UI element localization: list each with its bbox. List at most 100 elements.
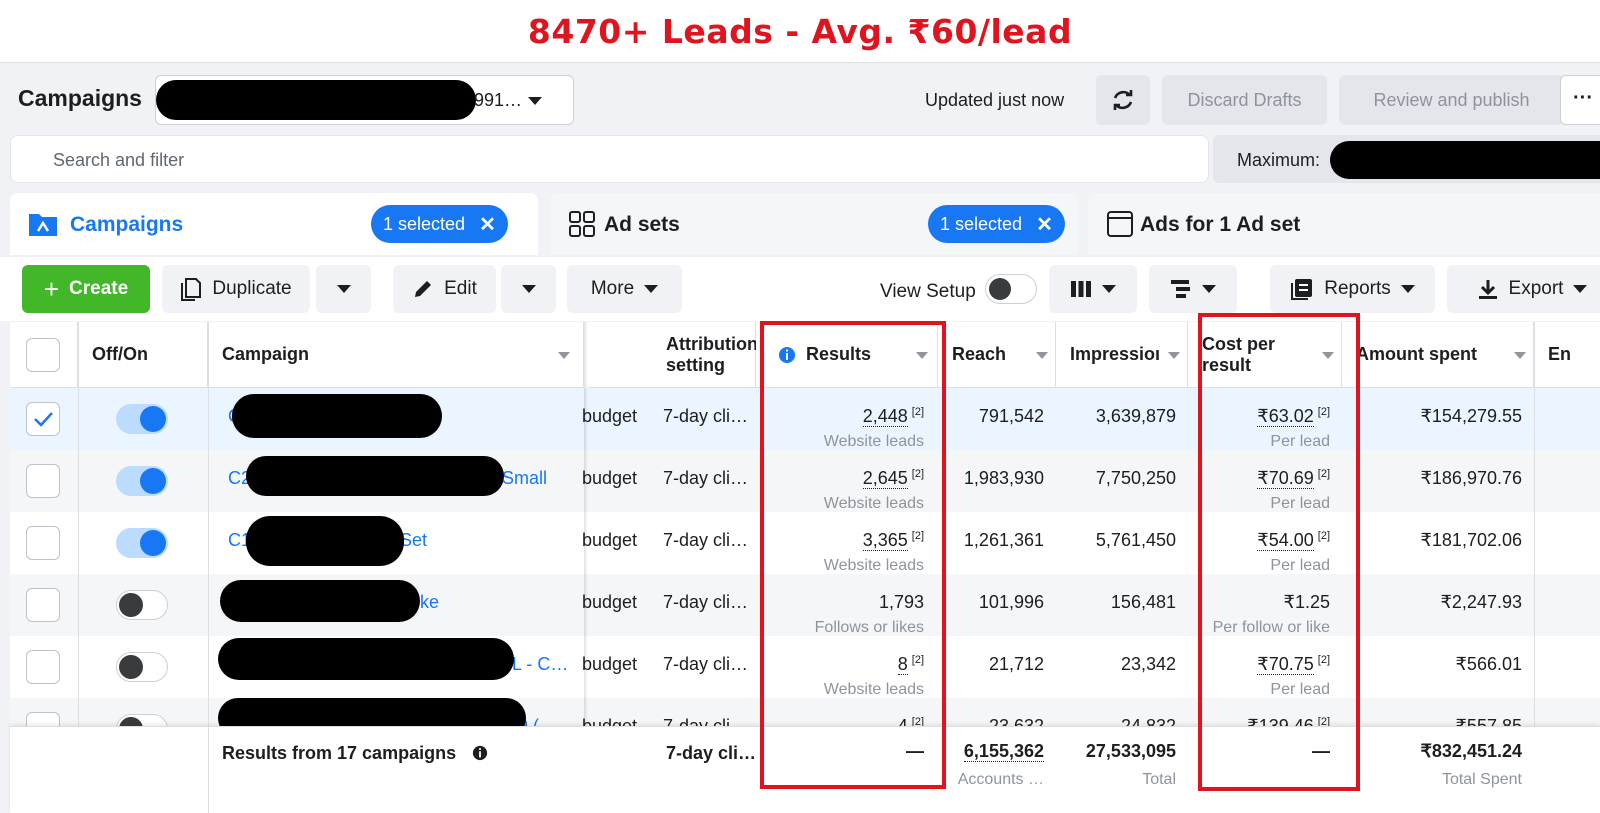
chevron-down-icon [1102,285,1116,293]
summary-impressions-sub: Total [1142,771,1176,788]
download-icon [1478,280,1497,299]
campaign-toggle[interactable] [116,528,168,558]
impressions-cell: 156,481 [1110,592,1176,612]
banner-text: 8470+ Leads - Avg. ₹60/lead [527,11,1073,51]
row-checkbox[interactable] [26,526,60,560]
row-checkbox[interactable] [26,588,60,622]
reports-button[interactable]: Reports [1270,265,1435,313]
tab-campaigns[interactable]: Campaigns 1 selected ✕ [10,193,538,255]
account-selector[interactable]: 991… [155,75,574,125]
toggle-knob [119,655,143,679]
duplicate-button[interactable]: Duplicate [162,265,310,313]
view-setup-toggle[interactable] [985,274,1037,304]
toggle-knob [140,530,166,556]
campaign-name-suffix[interactable]: Small [502,468,547,489]
chevron-down-icon [521,285,536,293]
campaign-name-suffix[interactable]: L - C… [512,654,568,675]
refresh-button[interactable] [1096,75,1150,125]
column-header-impressions[interactable]: Impressioı [1056,322,1188,388]
sort-icon [1036,352,1048,359]
column-divider [208,727,209,813]
column-label: Attribution [666,334,758,354]
column-header-ends[interactable]: En [1534,322,1600,388]
amount-spent-cell: ₹566.01 [1455,654,1522,674]
campaign-toggle[interactable] [116,466,168,496]
column-label: En [1548,344,1572,364]
folder-icon [29,214,57,236]
campaign-toggle[interactable] [116,404,168,434]
row-checkbox[interactable] [26,402,60,436]
column-divider [78,322,79,726]
duplicate-dropdown[interactable] [316,265,371,313]
summary-label: Results from 17 campaigns [222,743,457,763]
checkmark-icon [34,412,53,427]
chevron-down-icon [528,97,542,105]
edit-button[interactable]: Edit [393,265,496,313]
impressions-cell: 3,639,879 [1095,406,1176,426]
date-range-selector[interactable]: Maximum: [1213,135,1600,183]
select-all-checkbox[interactable] [26,338,60,372]
selected-badge[interactable]: 1 selected ✕ [371,205,508,243]
selected-count: 1 selected [940,213,1023,234]
updated-status: Updated just now [925,90,1065,110]
discard-drafts-button[interactable]: Discard Drafts [1162,75,1327,125]
column-header-reach[interactable]: Reach [938,322,1056,388]
column-header-amount-spent[interactable]: Amount spent [1342,322,1534,388]
impressions-cell: 7,750,250 [1095,468,1176,488]
redaction-mark [156,80,476,120]
impressions-cell: 5,761,450 [1095,530,1176,550]
column-header-campaign[interactable]: Campaign [208,322,584,388]
redaction-mark [246,456,504,496]
columns-button[interactable] [1049,265,1137,313]
chevron-down-icon [644,285,659,293]
refresh-icon [1113,90,1133,110]
toolbar: + Create Duplicate Edit More View Setup [0,257,1600,321]
more-options-button[interactable]: ··· [1560,75,1600,125]
close-icon[interactable]: ✕ [1036,212,1053,237]
campaign-toggle[interactable] [116,590,168,620]
toggle-knob [119,593,143,617]
select-all-header [10,322,78,388]
reach-cell: 791,542 [978,406,1044,426]
attribution-cell: 7-day cli… [663,530,749,550]
campaign-toggle[interactable] [116,652,168,682]
column-label: setting [666,355,726,375]
view-setup-label: View Setup [880,281,976,302]
close-icon[interactable]: ✕ [479,212,496,237]
column-label: Off/On [92,344,148,364]
tab-ads[interactable]: Ads for 1 Ad set [1088,193,1600,255]
ads-manager: Campaigns 991… Updated just now Discard … [0,62,1600,813]
more-label: More [590,278,635,299]
selected-badge[interactable]: 1 selected ✕ [928,205,1065,243]
column-header-offon[interactable]: Off/On [78,322,208,388]
redaction-mark [232,398,322,434]
tab-label: Ads for 1 Ad set [1140,213,1301,236]
search-input[interactable]: Search and filter [10,135,1209,183]
chevron-down-icon [336,285,351,293]
level-tabs: Campaigns 1 selected ✕ Ad sets 1 selecte… [10,193,1600,257]
summary-amount-sub: Total Spent [1441,771,1522,788]
info-icon[interactable] [472,745,488,761]
cost-highlight-box [1198,313,1360,791]
attribution-cell: 7-day cli… [663,654,749,674]
summary-reach-value: 6,155,362 [963,741,1044,762]
campaign-name-suffix[interactable]: ke [420,592,439,613]
row-checkbox[interactable] [26,464,60,498]
breakdown-button[interactable] [1149,265,1237,313]
amount-spent-cell: ₹154,279.55 [1420,406,1522,426]
search-placeholder: Search and filter [53,150,185,170]
summary-reach: 6,155,362 [938,741,1044,762]
sort-icon [1514,352,1526,359]
more-button[interactable]: More [567,265,682,313]
sort-icon [1168,352,1180,359]
review-publish-button[interactable]: Review and publish [1339,75,1564,125]
campaign-name-suffix[interactable]: Set [400,530,427,551]
column-header-attribution[interactable]: Attribution setting [656,322,758,388]
edit-dropdown[interactable] [501,265,556,313]
create-button[interactable]: + Create [22,265,150,313]
row-checkbox[interactable] [26,650,60,684]
budget-cell: budget [582,654,638,674]
amount-spent-cell: ₹186,970.76 [1420,468,1522,488]
export-button[interactable]: Export [1447,265,1600,313]
tab-ad-sets[interactable]: Ad sets 1 selected ✕ [550,193,1078,255]
